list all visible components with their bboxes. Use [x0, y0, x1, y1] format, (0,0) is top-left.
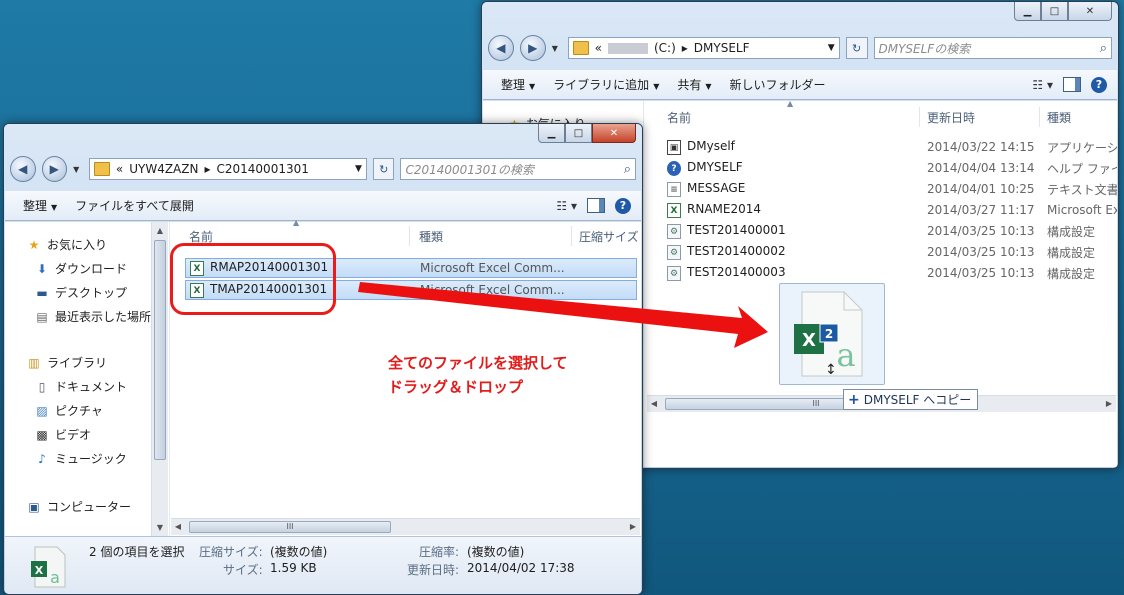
- drag-arrow: [358, 282, 768, 348]
- drag-count-badge: 2: [825, 327, 833, 341]
- annotation-line-1: 全てのファイルを選択して: [388, 354, 568, 372]
- drag-cursor-icon: ↕: [825, 362, 837, 378]
- plus-icon: +: [848, 391, 860, 408]
- copy-tooltip: + DMYSELF へコピー: [843, 389, 979, 410]
- svg-text:X: X: [802, 330, 816, 351]
- svg-text:a: a: [836, 336, 855, 374]
- red-arrow-shape: [358, 282, 768, 348]
- annotation-line-2: ドラッグ＆ドロップ: [388, 378, 524, 396]
- annotation-text: 全てのファイルを選択して ドラッグ＆ドロップ: [388, 351, 568, 399]
